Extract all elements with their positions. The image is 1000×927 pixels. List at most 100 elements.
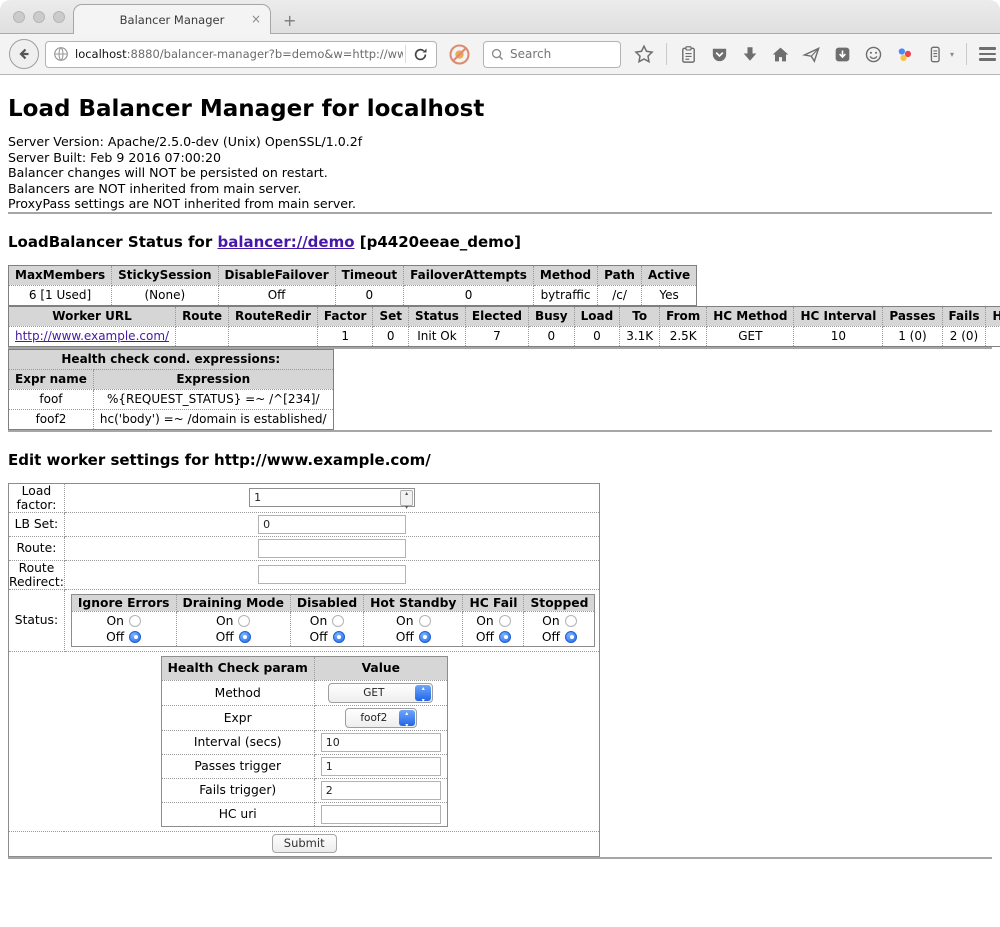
loadbalancer-status-heading: LoadBalancer Status for balancer://demo … bbox=[8, 233, 992, 251]
hc-passes-input[interactable] bbox=[321, 757, 441, 776]
search-icon bbox=[491, 48, 504, 61]
edit-worker-heading: Edit worker settings for http://www.exam… bbox=[8, 451, 992, 469]
toolbar-separator bbox=[666, 43, 667, 65]
hc-interval-input[interactable] bbox=[321, 733, 441, 752]
zoom-window-button[interactable] bbox=[53, 11, 65, 23]
back-button[interactable] bbox=[9, 39, 39, 69]
hc-interval-label: Interval (secs) bbox=[161, 730, 314, 754]
minimize-window-button[interactable] bbox=[33, 11, 45, 23]
hc-uri-label: HC uri bbox=[161, 802, 314, 826]
hc-method-select[interactable]: GET bbox=[328, 683, 433, 703]
health-check-params-table: Health Check param Value Method GET Expr bbox=[161, 656, 448, 827]
server-built: Server Built: Feb 9 2016 07:00:20 bbox=[8, 150, 992, 166]
hc-passes-label: Passes trigger bbox=[161, 754, 314, 778]
tab-balancer-manager[interactable]: Balancer Manager × bbox=[73, 4, 271, 34]
browser-window: Balancer Manager × + localhost:8880/bala… bbox=[0, 0, 1000, 927]
radio-disabled-off[interactable] bbox=[333, 631, 345, 643]
balancer-status-table: MaxMembers StickySession DisableFailover… bbox=[8, 265, 697, 306]
close-window-button[interactable] bbox=[13, 11, 25, 23]
select-stepper-icon bbox=[399, 710, 415, 726]
status-radio-table: Ignore Errors Draining Mode Disabled Hot… bbox=[71, 594, 596, 647]
menu-hamburger-icon[interactable] bbox=[979, 47, 996, 61]
page-content: Load Balancer Manager for localhost Serv… bbox=[0, 75, 1000, 927]
worker-settings-form: Load factor: LB Set: Route: Route Redire… bbox=[8, 483, 600, 857]
extension-download-icon[interactable] bbox=[833, 45, 852, 64]
notice-proxypass: ProxyPass settings are NOT inherited fro… bbox=[8, 196, 992, 212]
page-title: Load Balancer Manager for localhost bbox=[8, 96, 992, 122]
reading-list-icon[interactable] bbox=[679, 45, 698, 64]
blocked-content-icon[interactable] bbox=[448, 43, 471, 66]
hc-method-label: Method bbox=[161, 680, 314, 705]
hc-expr-select[interactable]: foof2 bbox=[345, 708, 417, 728]
notice-persist: Balancer changes will NOT be persisted o… bbox=[8, 165, 992, 181]
lb-set-input[interactable] bbox=[258, 515, 406, 534]
toolbar-separator bbox=[966, 43, 967, 65]
reload-icon[interactable] bbox=[413, 47, 428, 62]
route-input[interactable] bbox=[258, 539, 406, 558]
divider bbox=[8, 212, 992, 214]
load-factor-field bbox=[249, 488, 415, 507]
submit-button[interactable]: Submit bbox=[272, 834, 337, 853]
load-factor-input[interactable] bbox=[249, 488, 415, 507]
number-spinner-icon[interactable] bbox=[400, 490, 413, 506]
load-factor-label: Load factor: bbox=[9, 483, 65, 512]
worker-status-table: Worker URL Route RouteRedir Factor Set S… bbox=[8, 306, 1000, 347]
toolbar-icons: ▾ bbox=[634, 43, 1000, 65]
table-row: foof2 hc('body') =~ /domain is establish… bbox=[9, 409, 334, 429]
traffic-lights bbox=[13, 11, 65, 23]
radio-ignore-errors-on[interactable] bbox=[129, 615, 141, 627]
radio-disabled-on[interactable] bbox=[332, 615, 344, 627]
radio-draining-mode-on[interactable] bbox=[238, 615, 250, 627]
table-row: http://www.example.com/ 1 0 Init Ok 7 0 … bbox=[9, 326, 1000, 346]
tab-close-icon[interactable]: × bbox=[251, 12, 261, 26]
route-label: Route: bbox=[9, 536, 65, 560]
status-label: Status: bbox=[9, 589, 65, 651]
new-tab-button[interactable]: + bbox=[283, 13, 296, 29]
radio-hot-standby-on[interactable] bbox=[419, 615, 431, 627]
table-row: foof %{REQUEST_STATUS} =~ /^[234]/ bbox=[9, 389, 334, 409]
radio-ignore-errors-off[interactable] bbox=[129, 631, 141, 643]
colored-dots-extension-icon[interactable] bbox=[895, 45, 914, 64]
navigation-toolbar: localhost:8880/balancer-manager?b=demo&w… bbox=[0, 34, 1000, 75]
server-version: Server Version: Apache/2.5.0-dev (Unix) … bbox=[8, 134, 992, 150]
notice-balancers: Balancers are NOT inherited from main se… bbox=[8, 181, 992, 197]
bookmark-star-icon[interactable] bbox=[634, 44, 654, 64]
downloads-icon[interactable] bbox=[741, 45, 759, 63]
radio-draining-mode-off[interactable] bbox=[239, 631, 251, 643]
url-text[interactable]: localhost:8880/balancer-manager?b=demo&w… bbox=[75, 47, 403, 61]
chevron-down-icon[interactable]: ▾ bbox=[950, 50, 954, 59]
home-icon[interactable] bbox=[771, 45, 790, 64]
hc-expr-label: Expr bbox=[161, 705, 314, 730]
hc-fails-label: Fails trigger) bbox=[161, 778, 314, 802]
hc-uri-input[interactable] bbox=[321, 805, 441, 824]
radio-hc-fail-on[interactable] bbox=[499, 615, 511, 627]
send-tab-icon[interactable] bbox=[802, 45, 821, 64]
tab-title: Balancer Manager bbox=[120, 13, 225, 27]
route-redirect-label: Route Redirect: bbox=[9, 560, 65, 589]
back-arrow-icon bbox=[16, 46, 32, 62]
radio-hot-standby-off[interactable] bbox=[419, 631, 431, 643]
radio-hc-fail-off[interactable] bbox=[499, 631, 511, 643]
radio-stopped-off[interactable] bbox=[565, 631, 577, 643]
divider bbox=[8, 430, 992, 432]
hc-fails-input[interactable] bbox=[321, 781, 441, 800]
table-row: 6 [1 Used] (None) Off 0 0 bytraffic /c/ … bbox=[9, 285, 697, 305]
server-info: Server Version: Apache/2.5.0-dev (Unix) … bbox=[8, 134, 992, 212]
feedback-smiley-icon[interactable] bbox=[864, 45, 883, 64]
select-stepper-icon bbox=[415, 685, 431, 701]
url-bar[interactable]: localhost:8880/balancer-manager?b=demo&w… bbox=[45, 41, 437, 68]
worker-url-link[interactable]: http://www.example.com/ bbox=[15, 329, 169, 343]
globe-icon bbox=[53, 46, 69, 62]
lb-set-label: LB Set: bbox=[9, 512, 65, 536]
search-bar[interactable] bbox=[483, 41, 621, 68]
tab-strip: Balancer Manager × + bbox=[0, 0, 1000, 34]
divider bbox=[8, 857, 992, 859]
health-expressions-table: Health check cond. expressions: Expr nam… bbox=[8, 349, 334, 430]
radio-stopped-on[interactable] bbox=[565, 615, 577, 627]
url-divider bbox=[405, 45, 406, 63]
balancer-demo-link[interactable]: balancer://demo bbox=[217, 233, 354, 251]
container-battery-icon[interactable] bbox=[926, 45, 944, 64]
pocket-icon[interactable] bbox=[710, 45, 729, 64]
search-input[interactable] bbox=[510, 47, 602, 61]
route-redirect-input[interactable] bbox=[258, 565, 406, 584]
